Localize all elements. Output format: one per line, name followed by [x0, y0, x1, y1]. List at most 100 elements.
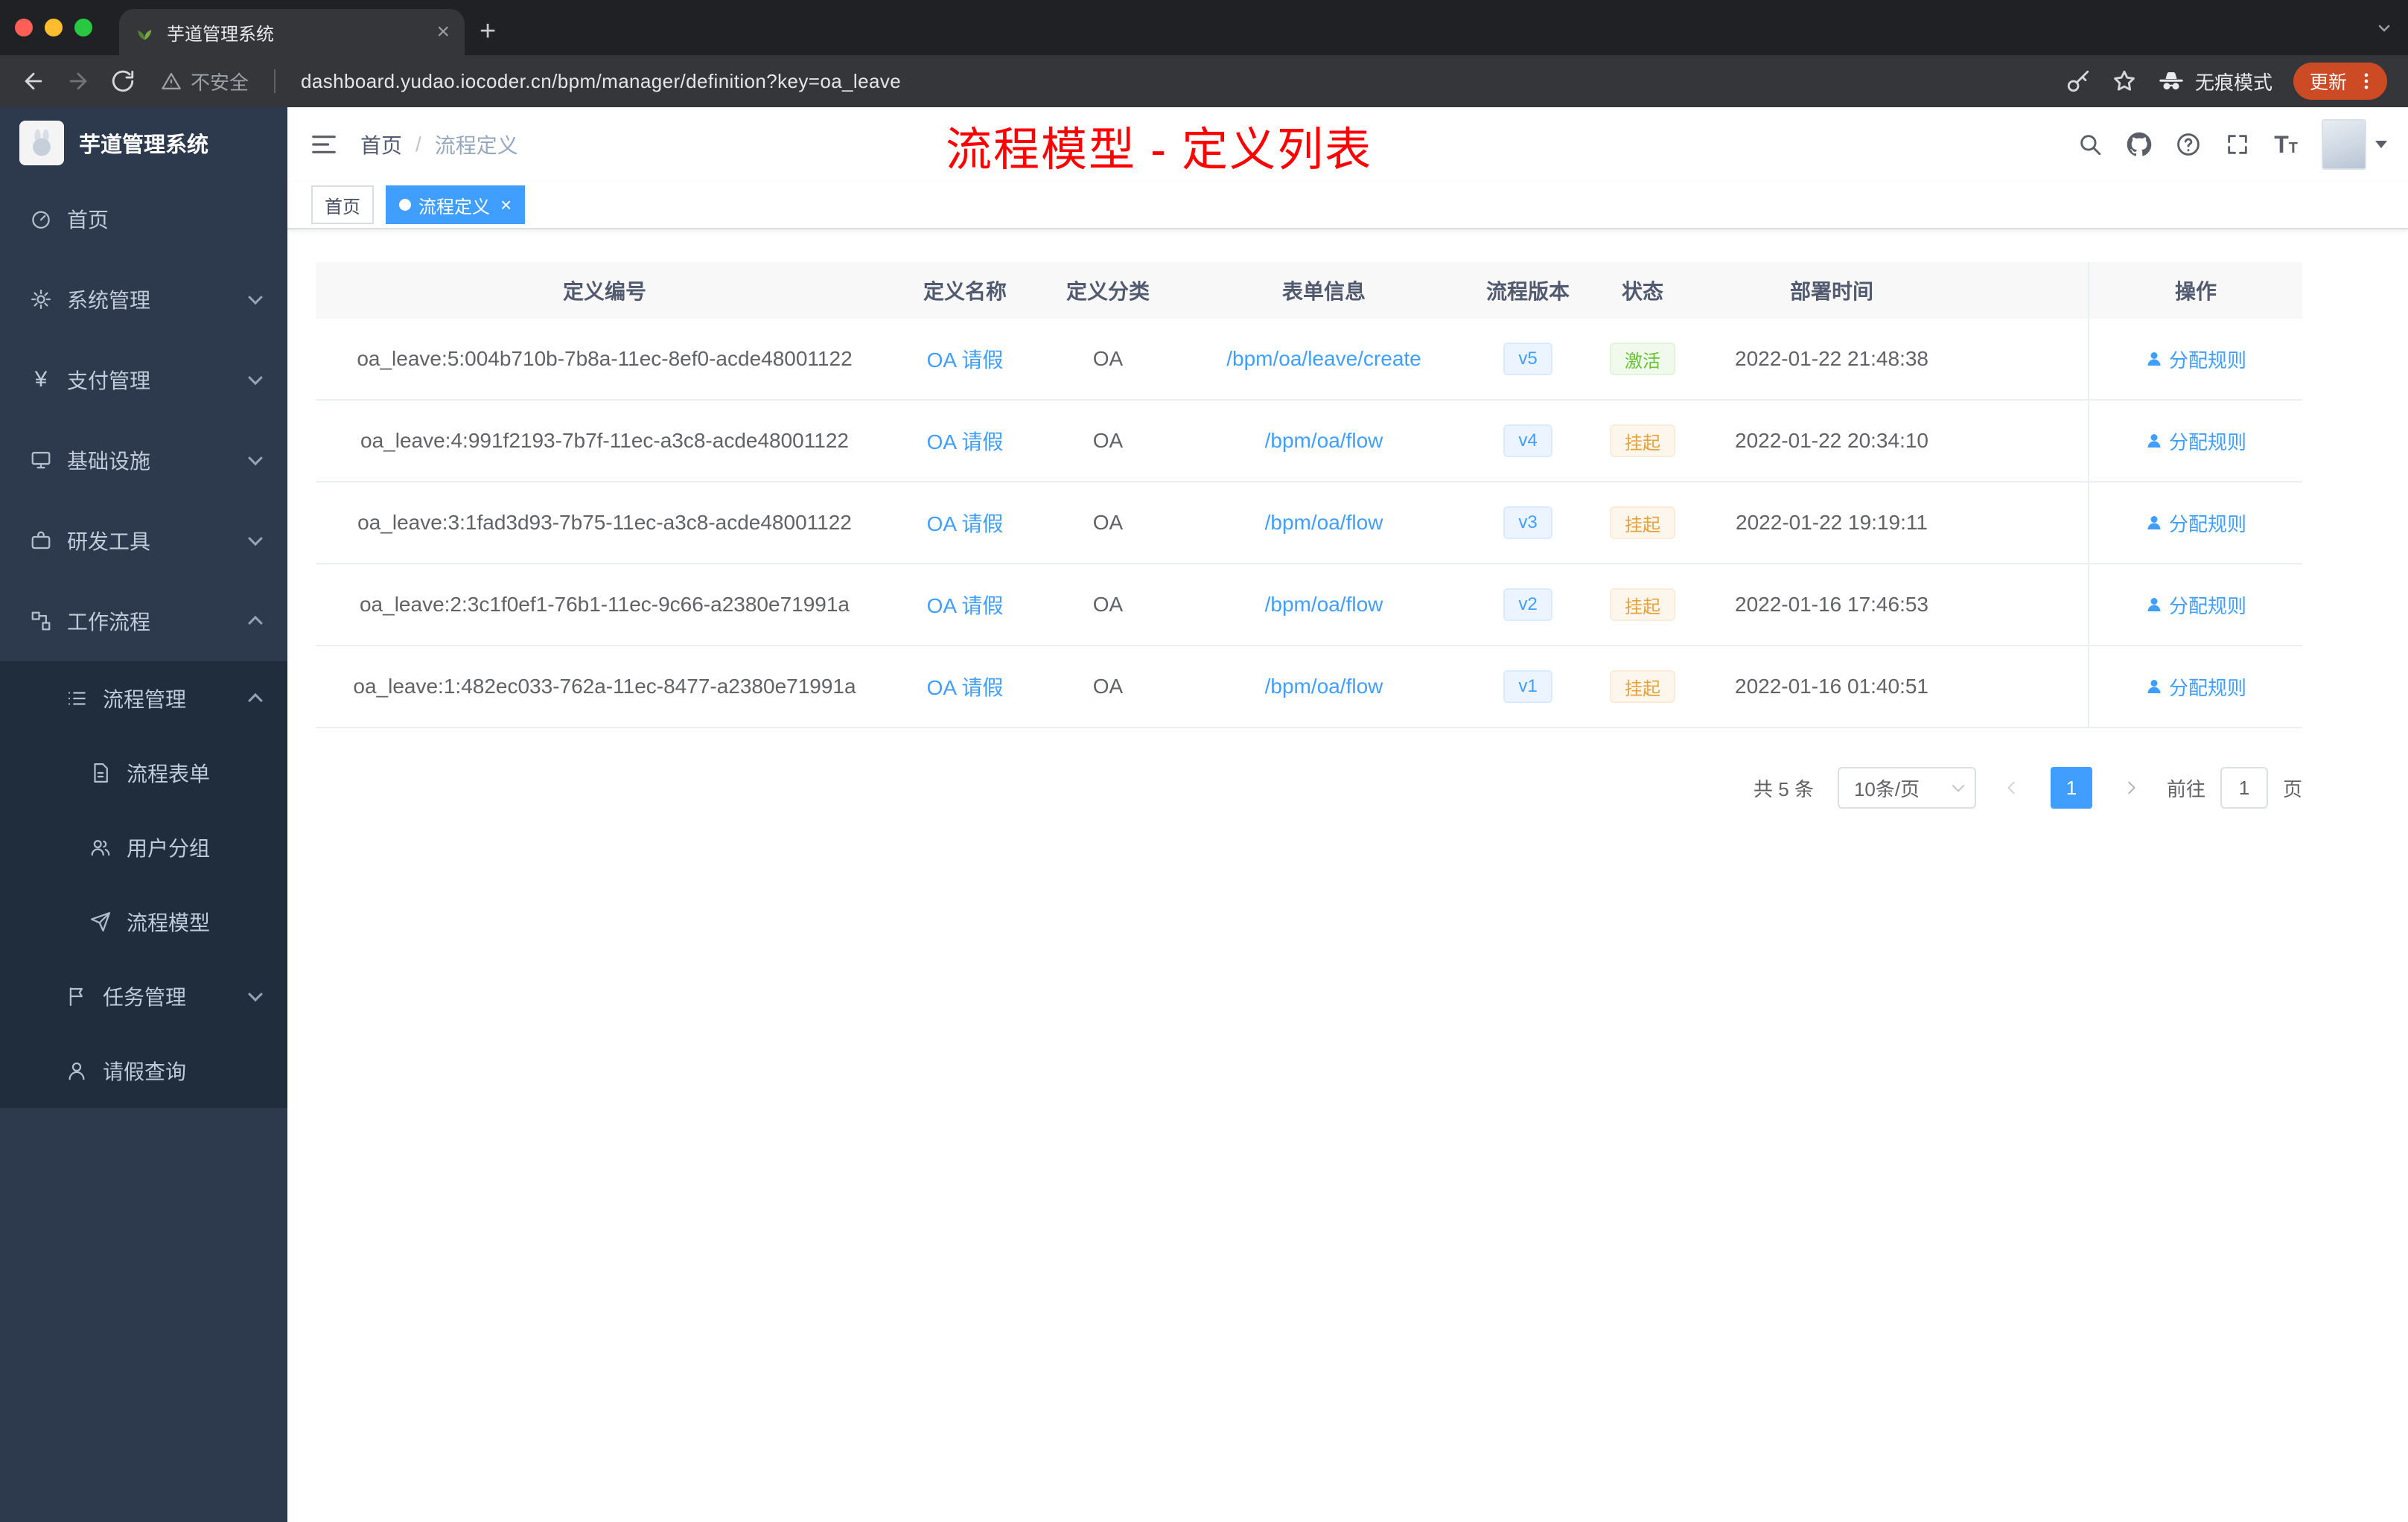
- definition-name-link[interactable]: OA 请假: [927, 426, 1004, 456]
- user-icon: [69, 1062, 85, 1080]
- tag-home[interactable]: 首页: [311, 185, 374, 224]
- menu-label: 系统管理: [67, 289, 151, 312]
- zoom-window-button[interactable]: [74, 19, 92, 36]
- page-number-button[interactable]: 1: [2050, 767, 2092, 809]
- cell-status: 挂起: [1587, 646, 1698, 728]
- cell-category: OA: [1036, 319, 1179, 401]
- password-key-icon[interactable]: [2065, 69, 2091, 94]
- col-actions: 操作: [2088, 262, 2302, 319]
- menu-label: 流程管理: [103, 688, 187, 711]
- col-version: 流程版本: [1485, 280, 1570, 303]
- user-icon: [2147, 598, 2161, 611]
- help-icon[interactable]: [2176, 132, 2201, 157]
- user-icon: [2147, 680, 2161, 693]
- assign-rule-button[interactable]: 分配规则: [2145, 346, 2246, 373]
- cell-definition-name: OA 请假: [894, 646, 1036, 728]
- sidebar-item-home[interactable]: 首页: [0, 179, 287, 259]
- content: 定义编号 定义名称 定义分类 表单信息 流程版本 状态 部署时间 操作 oa_l…: [287, 229, 2408, 1522]
- new-tab-button[interactable]: +: [480, 16, 496, 48]
- sidebar-item-system[interactable]: 系统管理: [0, 259, 287, 340]
- sidebar-item-payment[interactable]: ¥ 支付管理: [0, 340, 287, 420]
- site-favicon-icon: [138, 30, 152, 40]
- user-icon: [2147, 434, 2161, 448]
- sidebar-item-process-form[interactable]: 流程表单: [0, 736, 287, 810]
- form-link[interactable]: /bpm/oa/flow: [1265, 429, 1383, 453]
- assign-rule-button[interactable]: 分配规则: [2145, 509, 2246, 537]
- definition-name-link[interactable]: OA 请假: [927, 344, 1004, 374]
- definition-table: 定义编号 定义名称 定义分类 表单信息 流程版本 状态 部署时间 操作 oa_l…: [316, 262, 2302, 728]
- goto-page-input[interactable]: [2220, 767, 2268, 809]
- tag-close-icon[interactable]: ×: [500, 195, 512, 214]
- reload-button[interactable]: [110, 69, 136, 94]
- screen: 芋道管理系统 × + 不安全 dashboard.yudao.iocoder.c…: [0, 0, 2408, 1522]
- github-icon[interactable]: [2127, 132, 2152, 157]
- browser-tab[interactable]: 芋道管理系统 ×: [119, 9, 465, 55]
- fullscreen-icon[interactable]: [2225, 132, 2250, 157]
- minimize-window-button[interactable]: [45, 19, 63, 36]
- prev-page-button[interactable]: [1991, 767, 2033, 809]
- sidebar-item-leave-query[interactable]: 请假查询: [0, 1034, 287, 1108]
- font-size-icon[interactable]: TT: [2274, 133, 2298, 156]
- search-icon[interactable]: [2077, 132, 2103, 157]
- chevron-down-icon: [248, 370, 263, 386]
- version-badge: v1: [1503, 670, 1552, 703]
- bookmark-star-icon[interactable]: [2112, 69, 2137, 94]
- menu-label: 基础设施: [67, 450, 151, 473]
- menu-label: 请假查询: [103, 1060, 187, 1083]
- user-menu[interactable]: [2322, 119, 2387, 170]
- sidebar-item-process-model[interactable]: 流程模型: [0, 885, 287, 959]
- browser-titlebar: 芋道管理系统 × +: [0, 0, 2408, 55]
- sidebar-toggle-button[interactable]: [287, 130, 360, 159]
- sidebar-item-infrastructure[interactable]: 基础设施: [0, 420, 287, 500]
- breadcrumb: 首页 / 流程定义: [360, 130, 518, 159]
- sidebar-item-task-management[interactable]: 任务管理: [0, 959, 287, 1034]
- sidebar-item-devtools[interactable]: 研发工具: [0, 500, 287, 581]
- sidebar-logo[interactable]: 芋道管理系统: [0, 107, 287, 179]
- chevron-down-icon: [1952, 779, 1965, 792]
- cell-actions: 分配规则: [2088, 483, 2302, 564]
- menu-label: 流程模型: [127, 911, 211, 934]
- browser-menu-icon[interactable]: [2356, 71, 2377, 92]
- forward-button[interactable]: [66, 69, 91, 94]
- tab-close-icon[interactable]: ×: [436, 21, 450, 43]
- sidebar-item-user-group[interactable]: 用户分组: [0, 810, 287, 885]
- next-page-button[interactable]: [2110, 767, 2152, 809]
- active-dot: [399, 199, 411, 211]
- yen-icon: ¥: [34, 367, 48, 392]
- assign-rule-button[interactable]: 分配规则: [2145, 673, 2246, 701]
- tags-view: 首页 流程定义 ×: [287, 182, 2408, 229]
- form-link[interactable]: /bpm/oa/flow: [1265, 511, 1383, 535]
- definition-name-link[interactable]: OA 请假: [927, 590, 1004, 620]
- cell-definition-name: OA 请假: [894, 564, 1036, 646]
- status-badge: 挂起: [1610, 424, 1675, 457]
- status-badge: 挂起: [1610, 670, 1675, 703]
- definition-name-link[interactable]: OA 请假: [927, 508, 1004, 538]
- sidebar-item-workflow[interactable]: 工作流程: [0, 581, 287, 661]
- chevron-down-icon: [248, 531, 263, 547]
- cell-filler: [1966, 646, 2088, 728]
- assign-rule-button[interactable]: 分配规则: [2145, 427, 2246, 455]
- chevron-up-icon: [248, 615, 263, 631]
- browser-update-button[interactable]: 更新: [2293, 63, 2387, 100]
- site-security-chip[interactable]: 不安全: [161, 68, 249, 95]
- form-link[interactable]: /bpm/oa/flow: [1265, 675, 1383, 698]
- definition-name-link[interactable]: OA 请假: [927, 672, 1004, 701]
- cell-definition-name: OA 请假: [894, 319, 1036, 401]
- table-header-row: 定义编号 定义名称 定义分类 表单信息 流程版本 状态 部署时间 操作: [316, 262, 2302, 319]
- table-row: oa_leave:2:3c1f0ef1-76b1-11ec-9c66-a2380…: [316, 564, 2302, 646]
- tag-process-definition[interactable]: 流程定义 ×: [386, 185, 526, 224]
- page-size-value: 10条/页: [1853, 777, 1920, 800]
- menu-label: 首页: [67, 208, 109, 232]
- close-window-button[interactable]: [15, 19, 33, 36]
- col-definition-name: 定义名称: [923, 280, 1007, 303]
- form-link[interactable]: /bpm/oa/flow: [1265, 593, 1383, 617]
- sidebar-item-process-management[interactable]: 流程管理: [0, 661, 287, 736]
- url-text[interactable]: dashboard.yudao.iocoder.cn/bpm/manager/d…: [301, 70, 901, 93]
- assign-rule-button[interactable]: 分配规则: [2145, 591, 2246, 619]
- back-button[interactable]: [21, 69, 46, 94]
- form-link[interactable]: /bpm/oa/leave/create: [1226, 347, 1421, 371]
- breadcrumb-home[interactable]: 首页: [360, 130, 402, 159]
- cell-filler: [1966, 564, 2088, 646]
- tab-search-caret-icon[interactable]: [2375, 19, 2393, 37]
- page-size-select[interactable]: 10条/页: [1837, 767, 1976, 809]
